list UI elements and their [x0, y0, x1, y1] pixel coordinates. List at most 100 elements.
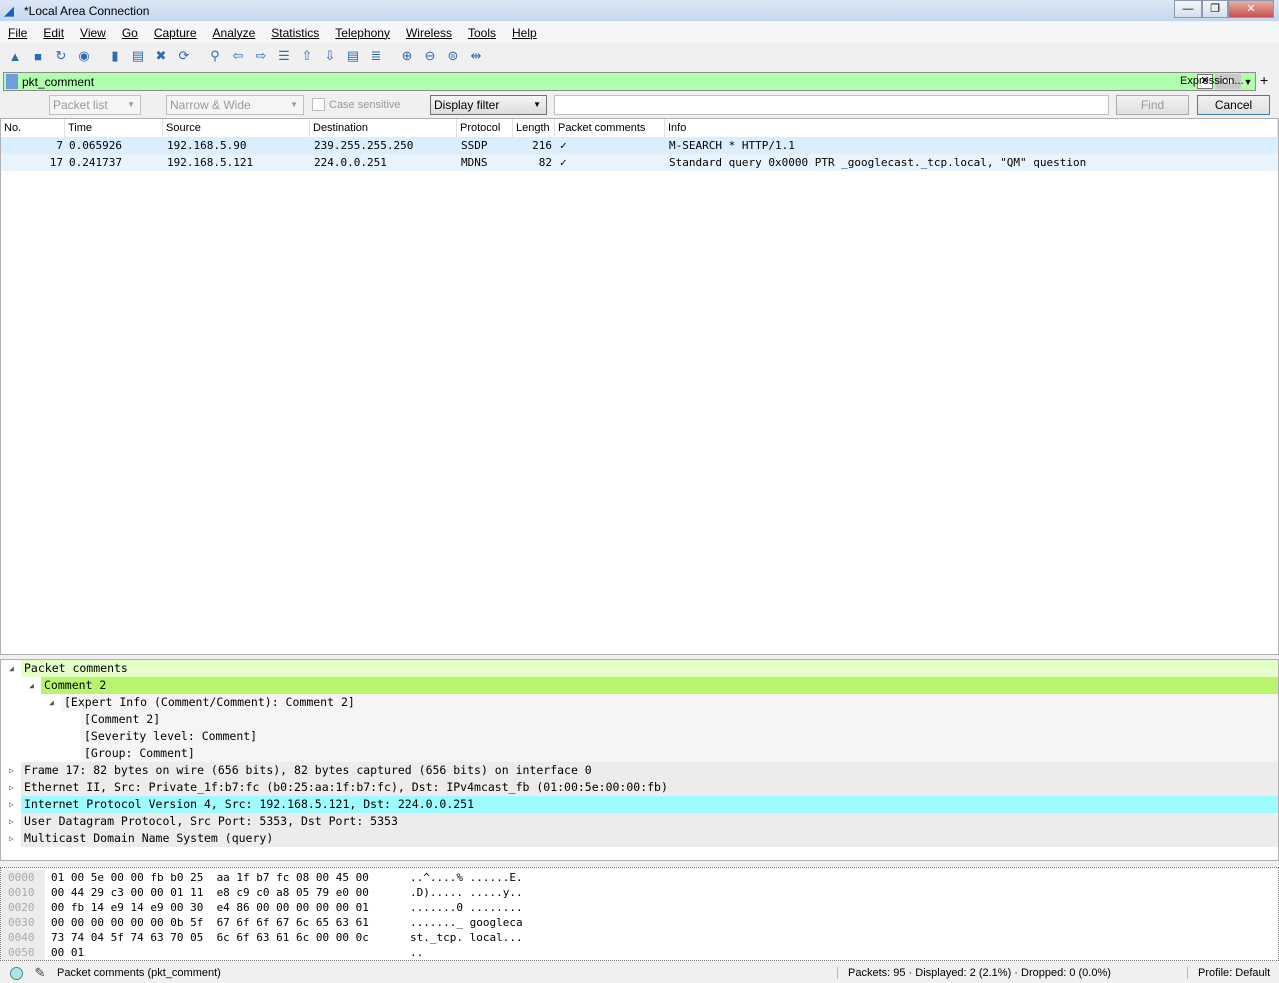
collapsed-triangle-icon[interactable]: ▷: [9, 762, 14, 779]
search-type-select[interactable]: Display filter ▼: [430, 95, 547, 115]
zoom-normal-icon[interactable]: ⊜: [444, 47, 462, 65]
column-header-length[interactable]: Length: [513, 119, 555, 137]
detail-tree-item[interactable]: ▷ Frame 17: 82 bytes on wire (656 bits), …: [1, 762, 1278, 779]
maximize-button[interactable]: ❐: [1202, 0, 1228, 18]
column-header-source[interactable]: Source: [163, 119, 310, 137]
menu-help[interactable]: Help: [512, 26, 537, 40]
close-file-icon[interactable]: ✖: [152, 47, 170, 65]
collapsed-triangle-icon[interactable]: ▷: [9, 779, 14, 796]
zoom-out-icon[interactable]: ⊖: [421, 47, 439, 65]
char-width-value: Narrow & Wide: [170, 98, 251, 112]
restart-capture-icon[interactable]: ↻: [52, 47, 70, 65]
hex-bytes[interactable]: 73 74 04 5f 74 63 70 05 6c 6f 63 61 6c 0…: [51, 930, 369, 945]
detail-item-highlight: [Severity level: Comment]: [81, 728, 1278, 745]
cancel-button[interactable]: Cancel: [1197, 95, 1270, 115]
colorize-icon[interactable]: ≣: [367, 47, 385, 65]
collapsed-triangle-icon[interactable]: ▷: [9, 813, 14, 830]
reload-file-icon[interactable]: ⟳: [175, 47, 193, 65]
go-first-icon[interactable]: ⇧: [298, 47, 316, 65]
hex-ascii[interactable]: .......0 ........: [410, 900, 523, 915]
detail-tree-item[interactable]: [Severity level: Comment]: [1, 728, 1278, 745]
open-file-icon[interactable]: ▮: [106, 47, 124, 65]
menu-view[interactable]: View: [80, 26, 106, 40]
detail-tree-item[interactable]: [Comment 2]: [1, 711, 1278, 728]
add-filter-button[interactable]: +: [1260, 72, 1268, 88]
packet-bytes-pane[interactable]: 0000 01 00 5e 00 00 fb b0 25 aa 1f b7 fc …: [0, 867, 1279, 961]
wireshark-logo-icon: ◢: [4, 2, 14, 18]
packet-dst: 224.0.0.251: [314, 156, 387, 169]
zoom-in-icon[interactable]: ⊕: [398, 47, 416, 65]
column-header-destination[interactable]: Destination: [310, 119, 457, 137]
hex-bytes[interactable]: 00 00 00 00 00 00 0b 5f 67 6f 6f 67 6c 6…: [51, 915, 369, 930]
capture-options-icon[interactable]: ◉: [75, 47, 93, 65]
hex-ascii[interactable]: ......._ googleca: [410, 915, 523, 930]
collapsed-triangle-icon[interactable]: ▷: [9, 830, 14, 847]
detail-item-label: [Expert Info (Comment/Comment): Comment …: [64, 695, 355, 709]
detail-tree-item[interactable]: ◢ Packet comments: [1, 660, 1278, 677]
detail-item-highlight: Frame 17: 82 bytes on wire (656 bits), 8…: [21, 762, 1278, 779]
capture-comment-icon[interactable]: ✎: [31, 964, 49, 982]
hex-ascii[interactable]: ..: [410, 945, 423, 960]
detail-tree-item[interactable]: ▷ Multicast Domain Name System (query): [1, 830, 1278, 847]
column-header-packet-comments[interactable]: Packet comments: [555, 119, 665, 137]
case-sensitive-checkbox[interactable]: [312, 98, 325, 111]
go-back-icon[interactable]: ⇦: [229, 47, 247, 65]
detail-tree-item[interactable]: ◢ [Expert Info (Comment/Comment): Comment…: [1, 694, 1278, 711]
menu-bar: File Edit View Go Capture Analyze Statistics Te…: [0, 22, 1279, 43]
hex-bytes[interactable]: 00 fb 14 e9 14 e9 00 30 e4 86 00 00 00 0…: [51, 900, 369, 915]
detail-tree-item[interactable]: ◢ Comment 2: [1, 677, 1278, 694]
menu-edit[interactable]: Edit: [43, 26, 64, 40]
menu-go[interactable]: Go: [122, 26, 138, 40]
hex-bytes[interactable]: 01 00 5e 00 00 fb b0 25 aa 1f b7 fc 08 0…: [51, 870, 369, 885]
menu-wireless[interactable]: Wireless: [406, 26, 452, 40]
char-width-select[interactable]: Narrow & Wide ▼: [166, 95, 304, 115]
menu-statistics[interactable]: Statistics: [271, 26, 319, 40]
hex-ascii[interactable]: st._tcp. local...: [410, 930, 523, 945]
resize-columns-icon[interactable]: ⇹: [467, 47, 485, 65]
detail-tree-item[interactable]: ▷ Internet Protocol Version 4, Src: 192.1…: [1, 796, 1278, 813]
search-in-select[interactable]: Packet list ▼: [49, 95, 141, 115]
collapsed-triangle-icon[interactable]: ▷: [9, 796, 14, 813]
save-file-icon[interactable]: ▤: [129, 47, 147, 65]
go-forward-icon[interactable]: ⇨: [252, 47, 270, 65]
packet-row[interactable]: 17 0.241737 192.168.5.121 224.0.0.251 MDNS 82…: [1, 154, 1278, 171]
expanded-triangle-icon[interactable]: ◢: [49, 694, 54, 711]
detail-tree-item[interactable]: ▷ Ethernet II, Src: Private_1f:b7:fc (b0:…: [1, 779, 1278, 796]
detail-tree-item[interactable]: [Group: Comment]: [1, 745, 1278, 762]
hex-bytes[interactable]: 00 44 29 c3 00 00 01 11 e8 c9 c0 a8 05 7…: [51, 885, 369, 900]
expression-button[interactable]: Expression...: [1180, 75, 1244, 87]
expanded-triangle-icon[interactable]: ◢: [29, 677, 34, 694]
find-input[interactable]: [554, 95, 1109, 115]
go-to-packet-icon[interactable]: ☰: [275, 47, 293, 65]
packet-list[interactable]: No. Time Source Destination Protocol Length Pa…: [0, 118, 1279, 655]
close-button[interactable]: ✕: [1228, 0, 1274, 18]
start-capture-icon[interactable]: ▲: [6, 47, 24, 65]
column-header-no[interactable]: No.: [1, 119, 65, 137]
go-last-icon[interactable]: ⇩: [321, 47, 339, 65]
menu-analyze[interactable]: Analyze: [213, 26, 256, 40]
status-field-text: Packet comments (pkt_comment): [57, 967, 221, 979]
find-button[interactable]: Find: [1116, 95, 1189, 115]
hex-ascii[interactable]: .D)..... .....y..: [410, 885, 523, 900]
menu-file[interactable]: File: [8, 26, 27, 40]
display-filter-input[interactable]: pkt_comment: [22, 75, 1197, 89]
bookmark-icon[interactable]: [6, 74, 18, 89]
column-header-info[interactable]: Info: [665, 119, 1278, 137]
menu-capture[interactable]: Capture: [154, 26, 197, 40]
find-packet-icon[interactable]: ⚲: [206, 47, 224, 65]
status-profile[interactable]: Profile: Default: [1187, 967, 1270, 979]
hex-ascii[interactable]: ..^....% ......E.: [410, 870, 523, 885]
stop-capture-icon[interactable]: ■: [29, 47, 47, 65]
autoscroll-icon[interactable]: ▤: [344, 47, 362, 65]
hex-bytes[interactable]: 00 01: [51, 945, 84, 960]
menu-tools[interactable]: Tools: [468, 26, 496, 40]
column-header-protocol[interactable]: Protocol: [457, 119, 513, 137]
expert-info-icon[interactable]: [10, 966, 23, 980]
minimize-button[interactable]: —: [1174, 0, 1202, 18]
packet-row[interactable]: 7 0.065926 192.168.5.90 239.255.255.250 SSDP…: [1, 137, 1278, 154]
column-header-time[interactable]: Time: [65, 119, 163, 137]
expanded-triangle-icon[interactable]: ◢: [9, 660, 14, 677]
detail-tree-item[interactable]: ▷ User Datagram Protocol, Src Port: 5353,…: [1, 813, 1278, 830]
packet-details-tree[interactable]: ◢ Packet comments ◢ Comment 2 ◢ [Expert Info …: [0, 659, 1279, 861]
menu-telephony[interactable]: Telephony: [335, 26, 390, 40]
